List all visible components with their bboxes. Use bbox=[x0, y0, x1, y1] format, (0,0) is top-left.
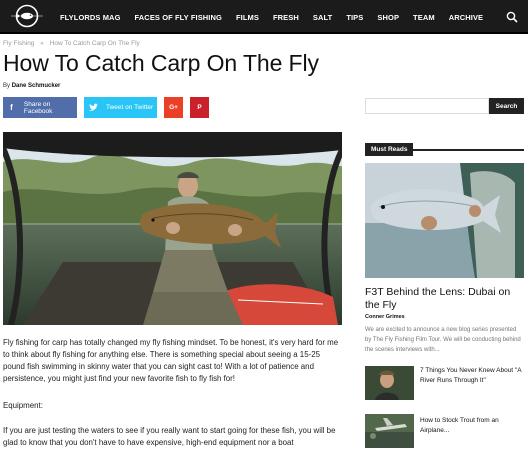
sidebar-search-button[interactable]: Search bbox=[489, 98, 524, 114]
pinterest-icon: P bbox=[197, 104, 202, 111]
author-link[interactable]: Dane Schmucker bbox=[12, 83, 61, 89]
nav-item-films[interactable]: FILMS bbox=[236, 13, 259, 22]
nav-item-team[interactable]: TEAM bbox=[413, 13, 435, 22]
facebook-icon: f bbox=[10, 103, 13, 112]
must-reads-label: Must Reads bbox=[365, 143, 414, 156]
share-googleplus-button[interactable]: G+ bbox=[164, 97, 183, 118]
nav-item-salt[interactable]: SALT bbox=[313, 13, 332, 22]
share-facebook-button[interactable]: f Share on Facebook bbox=[3, 97, 77, 118]
top-navbar: FLYLORDS MAG FACES OF FLY FISHING FILMS … bbox=[0, 0, 528, 34]
featured-post-image[interactable] bbox=[365, 163, 524, 278]
featured-post-title[interactable]: F3T Behind the Lens: Dubai on the Fly bbox=[365, 286, 525, 312]
fish-logo-icon[interactable] bbox=[10, 4, 44, 28]
breadcrumb-root[interactable]: Fly Fishing bbox=[3, 40, 34, 47]
byline: By Dane Schmucker bbox=[3, 83, 60, 89]
breadcrumb: Fly Fishing » How To Catch Carp On The F… bbox=[3, 40, 144, 47]
twitter-icon bbox=[89, 103, 98, 111]
movie-still-thumbnail bbox=[365, 366, 414, 400]
nav-item-tips[interactable]: TIPS bbox=[346, 13, 363, 22]
angler-holding-trevally-image bbox=[365, 163, 524, 278]
must-reads-header: Must Reads bbox=[365, 138, 524, 156]
list-item-image[interactable] bbox=[365, 414, 414, 448]
search-icon[interactable] bbox=[506, 11, 518, 23]
main-nav: FLYLORDS MAG FACES OF FLY FISHING FILMS … bbox=[60, 0, 497, 34]
nav-item-flylords-mag[interactable]: FLYLORDS MAG bbox=[60, 13, 121, 22]
list-item-title[interactable]: How to Stock Trout from an Airplane... bbox=[420, 416, 524, 436]
article-photo bbox=[3, 132, 342, 325]
share-facebook-label: Share on Facebook bbox=[23, 100, 53, 115]
angler-holding-carp-image bbox=[3, 132, 342, 325]
airplane-lake-thumbnail bbox=[365, 414, 414, 448]
list-item-title[interactable]: 7 Things You Never Knew About "A River R… bbox=[420, 366, 524, 386]
breadcrumb-separator: » bbox=[40, 40, 44, 47]
nav-item-shop[interactable]: SHOP bbox=[377, 13, 399, 22]
featured-post-author[interactable]: Conner Grimes bbox=[365, 314, 405, 320]
nav-item-fresh[interactable]: FRESH bbox=[273, 13, 299, 22]
list-item-image[interactable] bbox=[365, 366, 414, 400]
featured-post-excerpt: We are excited to announce a new blog se… bbox=[365, 327, 521, 353]
article-paragraph-intro: Fly fishing for carp has totally changed… bbox=[3, 338, 339, 383]
share-twitter-label: Tweet on Twitter bbox=[106, 104, 154, 111]
share-twitter-button[interactable]: Tweet on Twitter bbox=[84, 97, 157, 118]
page-title: How To Catch Carp On The Fly bbox=[3, 50, 319, 76]
article-section-equipment: Equipment: bbox=[3, 401, 43, 410]
breadcrumb-current: How To Catch Carp On The Fly bbox=[49, 40, 140, 47]
nav-item-archive[interactable]: ARCHIVE bbox=[449, 13, 483, 22]
sidebar-search-input[interactable] bbox=[365, 98, 489, 114]
byline-label: By bbox=[3, 83, 11, 89]
share-pinterest-button[interactable]: P bbox=[190, 97, 209, 118]
googleplus-icon: G+ bbox=[169, 104, 178, 111]
article-paragraph-equipment: If you are just testing the waters to se… bbox=[3, 426, 336, 447]
nav-item-faces-of-fly-fishing[interactable]: FACES OF FLY FISHING bbox=[135, 13, 222, 22]
